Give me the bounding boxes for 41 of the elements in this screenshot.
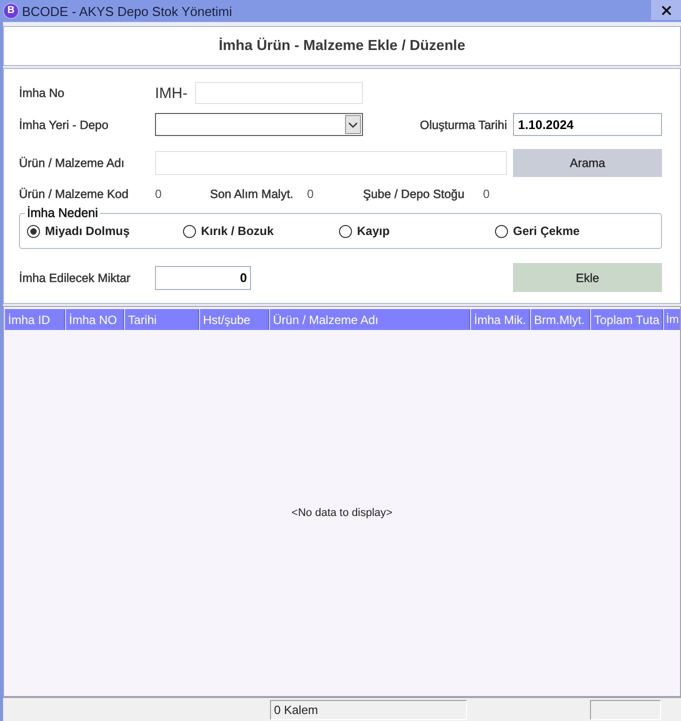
field-label: Ürün / Malzeme Adı	[19, 156, 126, 170]
column-header[interactable]: Hst/şube	[199, 309, 269, 330]
field-label: İmha Yeri - Depo	[19, 118, 110, 132]
quantity-field[interactable]: 0	[155, 266, 251, 290]
field-label: İmha Edilecek Miktar	[19, 270, 132, 284]
radio-option[interactable]: Kayıp	[339, 224, 495, 238]
add-button[interactable]: Ekle	[513, 263, 662, 292]
radio-option[interactable]: Geri Çekme	[495, 224, 651, 238]
radio-option[interactable]: Kırık / Bozuk	[183, 224, 339, 238]
column-header[interactable]: İm	[663, 309, 680, 330]
field-value: 0	[155, 187, 163, 201]
form-title: İmha Ürün - Malzeme Ekle / Düzenle	[218, 38, 466, 54]
field-value: 0	[483, 187, 491, 201]
dropdown-field[interactable]	[155, 113, 363, 136]
status-panel: 0 Kalem	[270, 700, 467, 720]
search-button[interactable]: Arama	[513, 149, 662, 177]
column-header[interactable]: İmha ID	[4, 309, 65, 330]
close-button[interactable]	[651, 0, 681, 20]
chevron-down-icon	[345, 115, 361, 134]
column-header[interactable]: Ürün / Malzeme Adı	[269, 309, 470, 330]
field-label: Son Alım Malyt.	[210, 187, 294, 201]
group-label: İmha Nedeni	[25, 206, 100, 220]
column-header[interactable]: İmha Mik.	[470, 309, 530, 330]
column-header[interactable]: Tarihi	[124, 309, 199, 330]
column-header[interactable]: Brm.Mlyt.	[530, 309, 590, 330]
close-icon	[662, 6, 670, 14]
field-label: Oluşturma Tarihi	[418, 118, 507, 132]
column-header[interactable]: İmha NO	[65, 309, 124, 330]
field-label: Şube / Depo Stoğu	[363, 187, 466, 201]
field-value: 0	[307, 187, 315, 201]
input-field[interactable]	[155, 151, 507, 175]
field-label: İmha No	[19, 86, 66, 100]
input-field[interactable]	[195, 82, 363, 104]
field-prefix: IMH-	[155, 84, 188, 102]
field-label: Ürün / Malzeme Kod	[19, 187, 130, 201]
app-logo: B	[4, 4, 18, 18]
window-title: BCODE - AKYS Depo Stok Yönetimi	[22, 4, 234, 18]
empty-message: <No data to display>	[292, 507, 392, 519]
column-header[interactable]: Toplam Tuta	[590, 309, 663, 330]
radio-option[interactable]: Miyadı Dolmuş	[27, 224, 183, 238]
date-field[interactable]: 1.10.2024	[513, 113, 662, 136]
